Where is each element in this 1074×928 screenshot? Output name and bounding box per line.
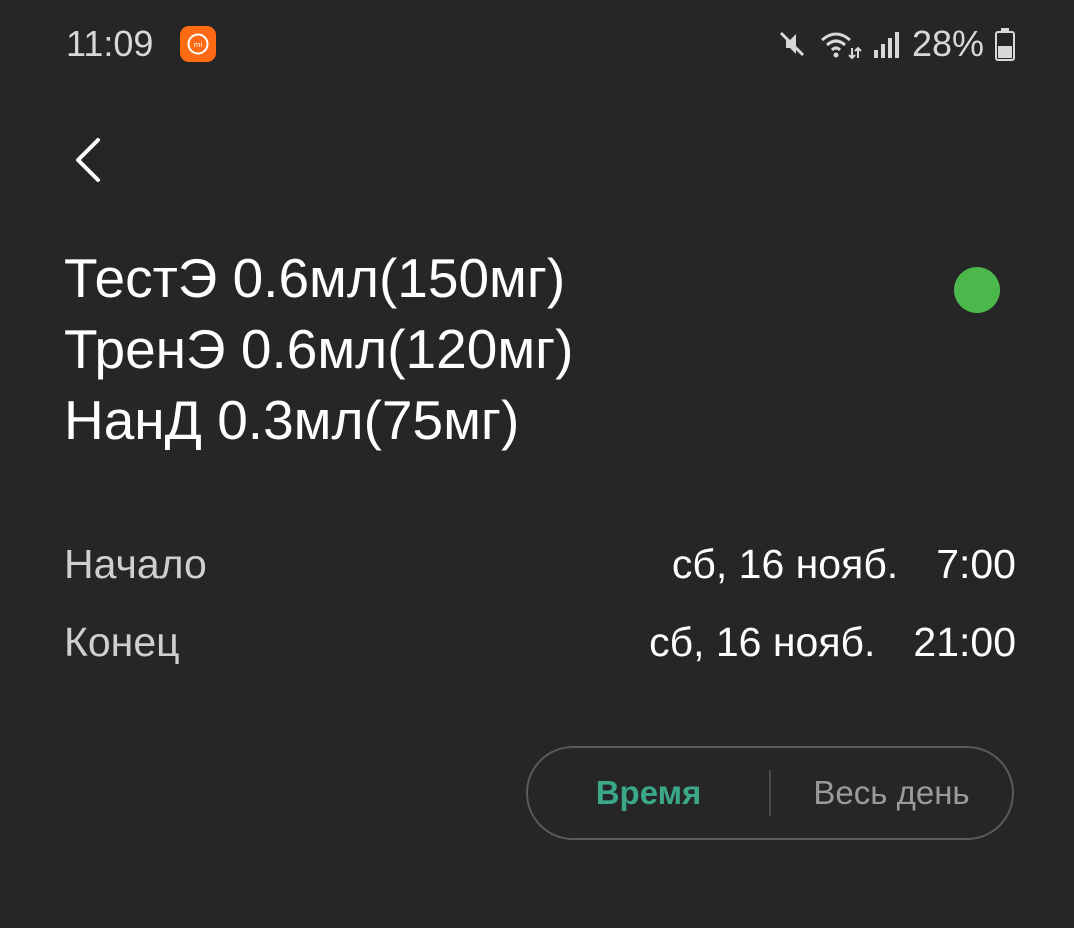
status-time: 11:09 — [66, 23, 154, 64]
title-line: ТестЭ 0.6мл(150мг) — [64, 247, 566, 309]
start-datetime[interactable]: сб, 16 нояб. 7:00 — [672, 539, 1016, 589]
event-color-picker[interactable] — [954, 267, 1000, 313]
event-title[interactable]: ТестЭ 0.6мл(150мг) ТренЭ 0.6мл(120мг) На… — [64, 243, 924, 456]
signal-icon — [873, 32, 899, 58]
title-line: НанД 0.3мл(75мг) — [64, 389, 520, 451]
status-icons: 28% — [776, 24, 1016, 64]
start-date[interactable]: сб, 16 нояб. — [672, 539, 898, 589]
back-button[interactable] — [60, 130, 116, 190]
all-day-option[interactable]: Весь день — [771, 773, 1012, 813]
battery-percent: 28% — [911, 23, 984, 64]
end-date[interactable]: сб, 16 нояб. — [649, 617, 875, 667]
time-option[interactable]: Время — [528, 773, 769, 813]
start-label: Начало — [64, 541, 207, 587]
end-datetime[interactable]: сб, 16 нояб. 21:00 — [649, 617, 1016, 667]
time-mode-toggle: Время Весь день — [526, 746, 1014, 840]
end-label: Конец — [64, 619, 180, 665]
start-time[interactable]: 7:00 — [936, 539, 1016, 589]
mi-logo-text: mi — [194, 41, 203, 49]
title-line: ТренЭ 0.6мл(120мг) — [64, 318, 574, 380]
end-time[interactable]: 21:00 — [913, 617, 1016, 667]
wifi-icon — [820, 32, 862, 60]
battery-icon — [995, 28, 1015, 61]
mi-app-icon: mi — [180, 26, 216, 62]
mute-icon — [779, 31, 804, 57]
chevron-left-icon — [76, 138, 100, 182]
mi-logo-icon: mi — [187, 33, 209, 55]
